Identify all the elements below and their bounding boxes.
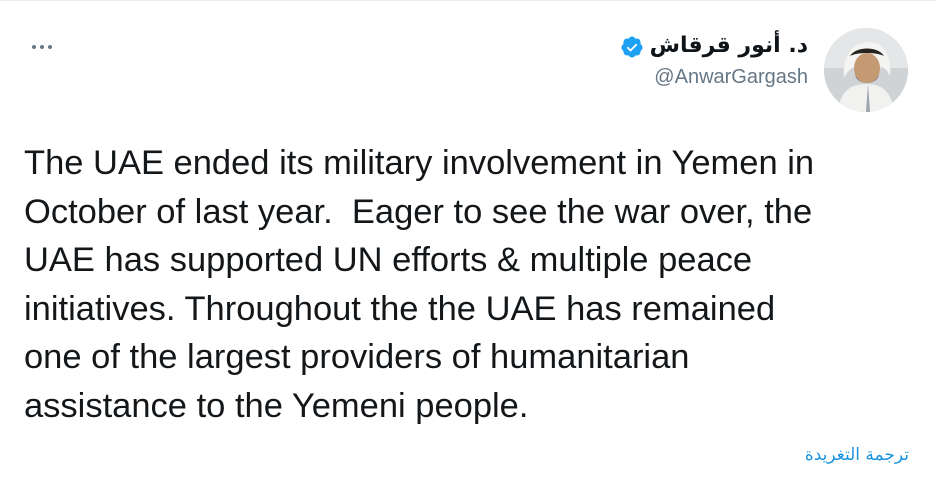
- tweet-text-line: UAE has supported UN efforts & multiple …: [24, 241, 753, 279]
- more-dot: [40, 45, 44, 49]
- tweet-text-line: one of the largest providers of humanita…: [24, 338, 690, 376]
- author-display-name[interactable]: د. أنور قرقاش: [650, 31, 808, 61]
- avatar-image: [824, 28, 908, 112]
- more-options-icon[interactable]: [22, 31, 62, 63]
- translate-tweet-link[interactable]: ترجمة التغريدة: [805, 445, 909, 465]
- tweet-text-line: October of last year. Eager to see the w…: [24, 192, 813, 231]
- avatar[interactable]: [824, 28, 908, 112]
- tweet-text: The UAE ended its military involvement i…: [24, 139, 914, 430]
- tweet-text-line: The UAE ended its military involvement i…: [24, 144, 815, 182]
- tweet-text-line: assistance to the Yemeni people.: [24, 386, 529, 425]
- verified-badge-icon: [621, 36, 643, 57]
- author-block: د. أنور قرقاش @AnwarGargash: [620, 31, 808, 91]
- more-dot: [48, 45, 52, 49]
- more-dot: [32, 45, 36, 49]
- tweet-card: د. أنور قرقاش @AnwarGargash The UAE ende…: [0, 0, 936, 493]
- name-row: د. أنور قرقاش: [620, 31, 808, 61]
- tweet-text-line: initiatives. Throughout the the UAE has …: [24, 289, 776, 328]
- author-handle[interactable]: @AnwarGargash: [620, 63, 808, 91]
